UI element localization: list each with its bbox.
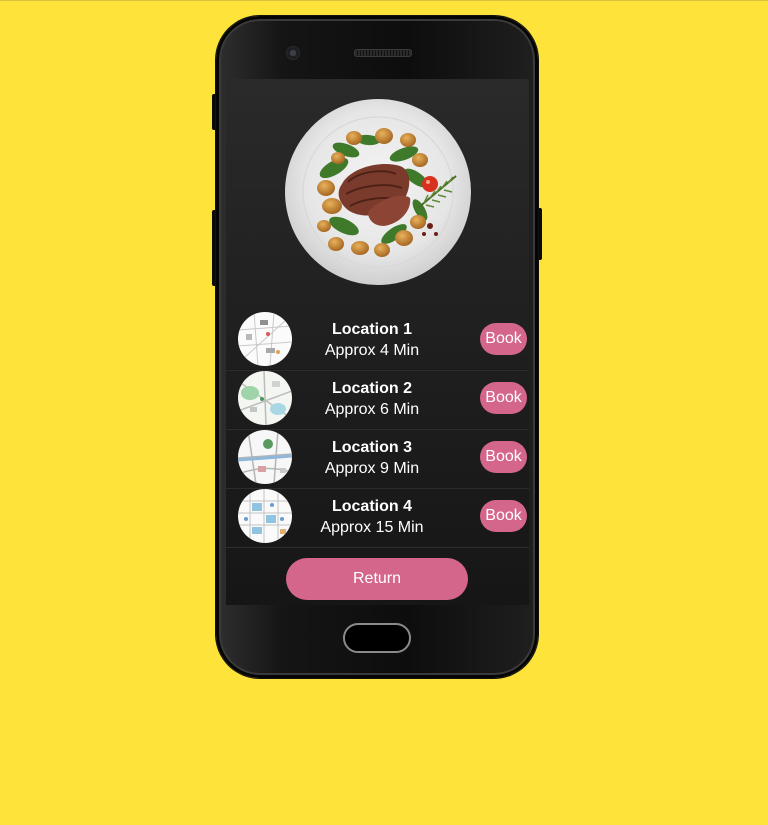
location-row: Location 1 Approx 4 Min Book — [226, 311, 529, 370]
location-time: Approx 9 Min — [324, 460, 420, 477]
map-thumbnail[interactable] — [238, 430, 292, 484]
home-button[interactable] — [343, 623, 411, 653]
location-row: Location 4 Approx 15 Min Book — [226, 488, 529, 547]
return-button[interactable]: Return — [286, 558, 468, 600]
location-name: Location 3 — [331, 439, 412, 456]
location-time: Approx 6 Min — [324, 401, 420, 418]
book-button[interactable]: Book — [480, 441, 527, 473]
location-name: Location 2 — [331, 380, 412, 397]
location-info: Location 4 Approx 15 Min — [302, 496, 442, 538]
location-list: Location 1 Approx 4 Min Book Location 2 … — [226, 311, 529, 547]
map-thumbnail[interactable] — [238, 312, 292, 366]
location-row: Location 3 Approx 9 Min Book — [226, 429, 529, 488]
location-time: Approx 15 Min — [320, 519, 424, 536]
book-button[interactable]: Book — [480, 382, 527, 414]
location-name: Location 4 — [331, 498, 412, 515]
book-button[interactable]: Book — [480, 323, 527, 355]
location-time: Approx 4 Min — [324, 342, 420, 359]
map-thumbnail[interactable] — [238, 371, 292, 425]
location-info: Location 2 Approx 6 Min — [302, 378, 442, 420]
app-screen: Location 1 Approx 4 Min Book Location 2 … — [226, 79, 529, 605]
location-name: Location 1 — [331, 321, 412, 338]
location-info: Location 3 Approx 9 Min — [302, 437, 442, 479]
front-camera — [286, 46, 300, 60]
hero-dish-image — [285, 99, 471, 285]
top-edge-line — [0, 0, 768, 1]
map-thumbnail[interactable] — [238, 489, 292, 543]
location-info: Location 1 Approx 4 Min — [302, 319, 442, 361]
book-button[interactable]: Book — [480, 500, 527, 532]
earpiece-speaker — [354, 49, 412, 57]
location-row: Location 2 Approx 6 Min Book — [226, 370, 529, 429]
